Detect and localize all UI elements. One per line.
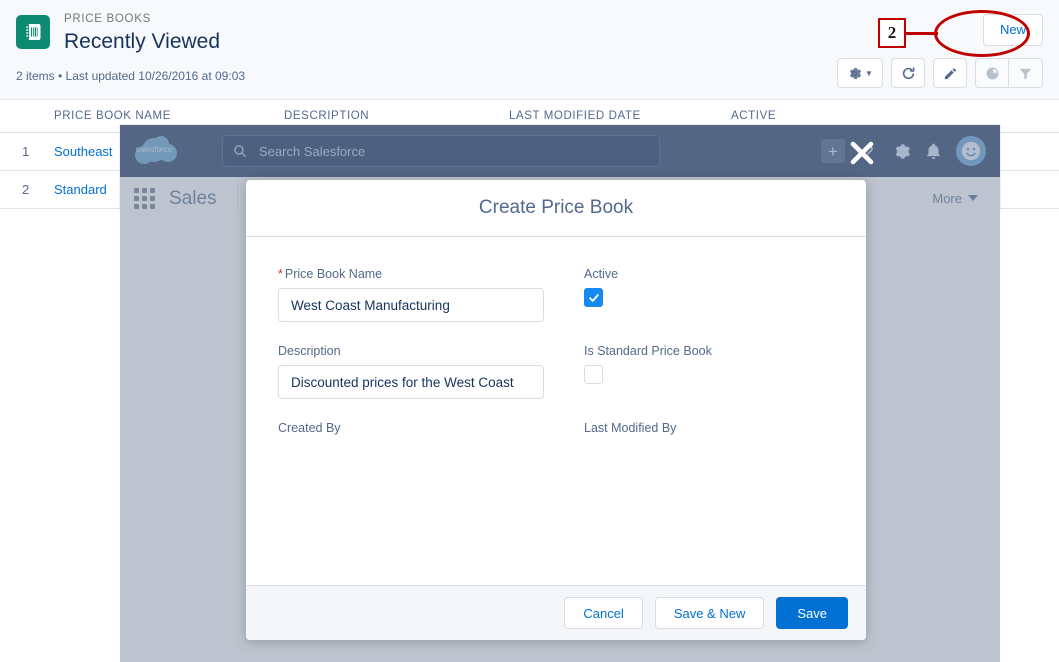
- label-active: Active: [584, 267, 619, 281]
- description-input[interactable]: [278, 365, 544, 399]
- column-header-rownum: [0, 100, 46, 133]
- modal-body: *Price Book Name Active Description Is S…: [246, 237, 866, 585]
- avatar[interactable]: [956, 136, 986, 166]
- label-description: Description: [278, 344, 341, 358]
- nav-divider: [236, 183, 238, 214]
- field-price-book-name: * Price Book Name: [278, 267, 544, 322]
- check-icon: [588, 293, 599, 302]
- app-name-label: Sales: [169, 187, 217, 209]
- modal-header: Create Price Book: [246, 180, 866, 237]
- field-created-by: Created By: [278, 421, 544, 442]
- setup-gear-icon[interactable]: [892, 142, 911, 161]
- modal-footer: Cancel Save & New Save: [246, 585, 866, 640]
- field-description: Description: [278, 344, 544, 399]
- required-marker: *: [278, 267, 283, 281]
- label-is-standard-price-book: Is Standard Price Book: [584, 344, 712, 358]
- filter-icon: [1009, 58, 1043, 88]
- label-last-modified-by: Last Modified By: [584, 421, 677, 435]
- list-view-toolbar: ▼: [829, 58, 1043, 88]
- pencil-icon[interactable]: [933, 58, 967, 88]
- field-last-modified-by: Last Modified By: [584, 421, 834, 442]
- price-book-link[interactable]: Southeast: [54, 144, 113, 159]
- salesforce-logo: salesforce: [134, 134, 196, 168]
- nav-more-tab[interactable]: More: [932, 191, 978, 206]
- new-button[interactable]: New: [982, 14, 1043, 46]
- chart-icon: [975, 58, 1009, 88]
- row-number: 2: [0, 170, 46, 209]
- plus-icon[interactable]: +: [821, 139, 845, 163]
- global-search-input[interactable]: Search Salesforce: [222, 135, 660, 167]
- nav-more-label: More: [932, 191, 962, 206]
- app-launcher-icon[interactable]: [134, 188, 155, 209]
- label-price-book-name: * Price Book Name: [278, 267, 544, 281]
- refresh-icon[interactable]: [891, 58, 925, 88]
- label-created-by: Created By: [278, 421, 341, 435]
- label-text: Price Book Name: [284, 267, 383, 281]
- global-search-placeholder: Search Salesforce: [259, 143, 366, 159]
- outer-page-header: PRICE BOOKS Recently Viewed 2 items • La…: [0, 0, 1059, 100]
- row-number: 1: [0, 132, 46, 171]
- svg-text:salesforce: salesforce: [136, 145, 173, 154]
- page-title: Recently Viewed: [64, 30, 221, 53]
- field-is-standard-price-book: Is Standard Price Book: [584, 344, 834, 399]
- price-book-link[interactable]: Standard: [54, 182, 107, 197]
- field-active: Active: [584, 267, 834, 322]
- chevron-down-icon: [968, 195, 978, 201]
- price-book-name-input[interactable]: [278, 288, 544, 322]
- save-and-new-button[interactable]: Save & New: [654, 597, 765, 629]
- price-book-object-icon: [16, 15, 50, 49]
- create-price-book-modal: Create Price Book *Price Book Name Activ…: [246, 180, 866, 640]
- object-type-label: PRICE BOOKS: [64, 13, 151, 25]
- active-checkbox[interactable]: [584, 288, 603, 307]
- is-standard-price-book-checkbox[interactable]: [584, 365, 603, 384]
- save-button[interactable]: Save: [776, 597, 848, 629]
- notifications-bell-icon[interactable]: [925, 143, 942, 160]
- gear-icon[interactable]: ▼: [837, 58, 883, 88]
- cancel-button[interactable]: Cancel: [564, 597, 643, 629]
- modal-title: Create Price Book: [478, 197, 634, 218]
- header-actions: New: [982, 14, 1043, 46]
- close-icon[interactable]: [845, 136, 879, 170]
